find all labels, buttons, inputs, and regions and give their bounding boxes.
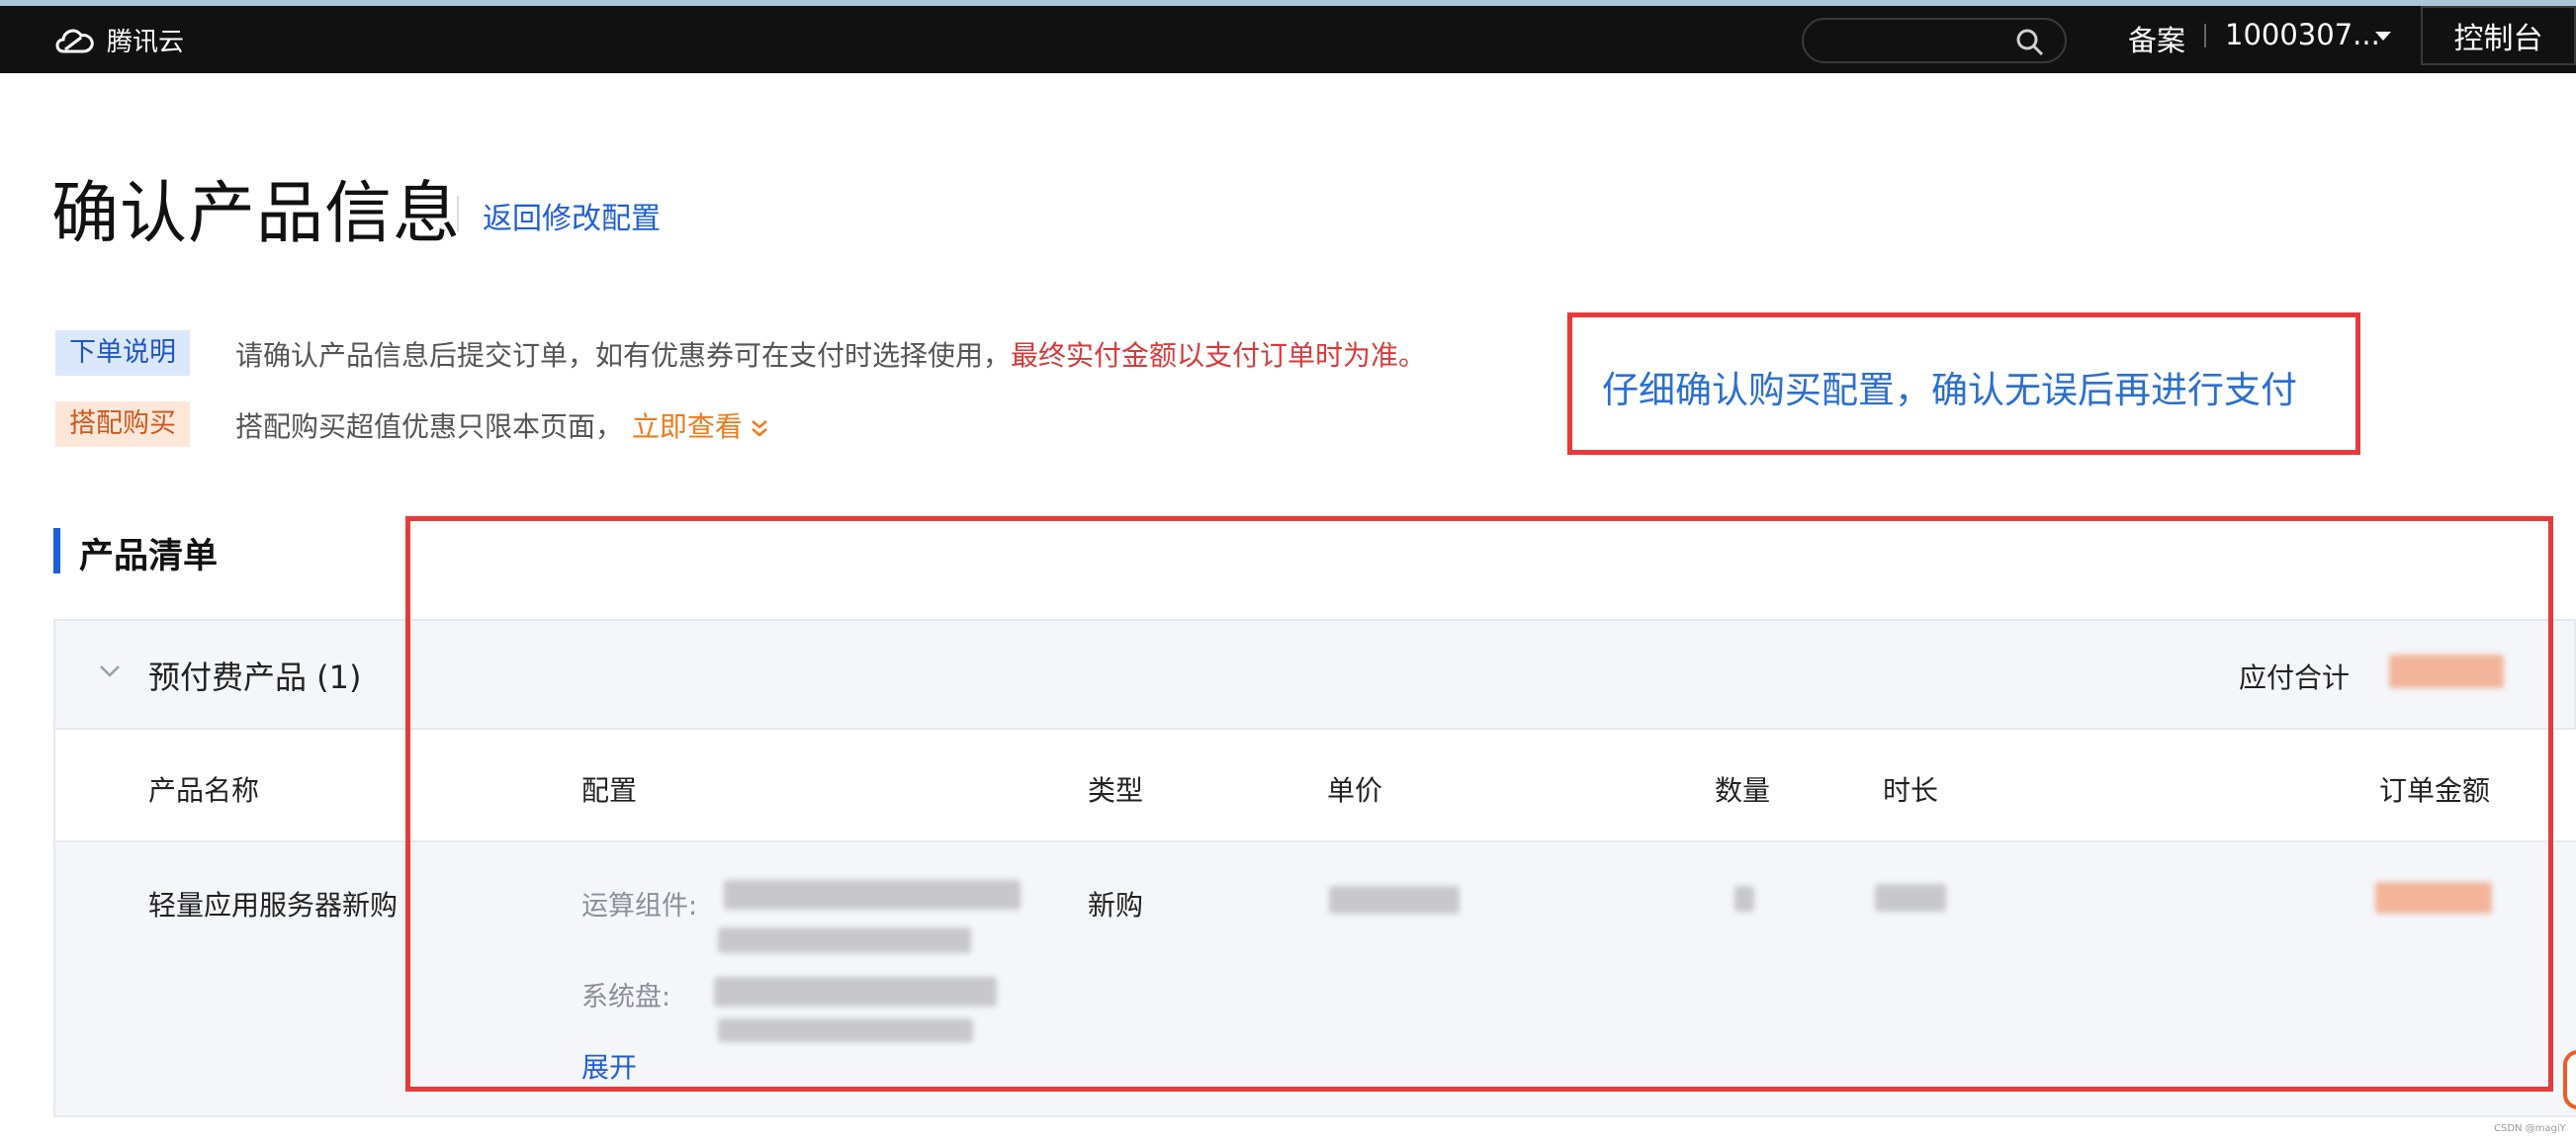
back-to-config-link[interactable]: 返回修改配置 [483,194,661,237]
floating-widget[interactable] [2563,1050,2576,1109]
bundle-notice-text: 搭配购买超值优惠只限本页面， [235,410,624,443]
brand-name: 腾讯云 [107,27,185,57]
beian-link[interactable]: 备案 [2128,18,2185,59]
order-notice: 请确认产品信息后提交订单，如有优惠券可在支付时选择使用，最终实付金额以支付订单时… [235,334,1426,374]
view-bundle-label: 立即查看 [631,410,743,443]
double-chevron-down-icon [752,420,767,437]
search-icon[interactable] [2015,28,2045,57]
column-header-product-name: 产品名称 [148,774,260,807]
chevron-down-icon[interactable] [99,664,121,678]
header-divider [2204,24,2206,47]
title-divider [457,196,459,231]
console-button[interactable]: 控制台 [2421,6,2576,65]
product-group-title: 预付费产品 (1) [148,659,362,696]
chevron-down-icon[interactable] [2375,32,2391,41]
order-notice-text: 请确认产品信息后提交订单，如有优惠券可在支付时选择使用， [235,339,1012,372]
order-notice-tag: 下单说明 [55,330,190,376]
account-menu[interactable]: 1000307... [2225,18,2380,51]
product-name: 轻量应用服务器新购 [148,889,399,922]
brand-logo[interactable]: 腾讯云 [51,20,184,59]
watermark: CSDN @magiY [2494,1123,2566,1134]
top-navigation-bar: 腾讯云 [0,6,2576,73]
section-accent-bar [53,528,60,573]
search-input[interactable] [1802,18,2067,63]
bundle-notice: 搭配购买超值优惠只限本页面， 立即查看 [235,405,770,445]
cloud-logo-icon [55,29,94,53]
order-notice-warning: 最终实付金额以支付订单时为准。 [1011,339,1427,372]
section-title: 产品清单 [79,537,219,576]
annotation-hint: 仔细确认购买配置，确认无误后再进行支付 [1602,369,2297,411]
view-bundle-link[interactable]: 立即查看 [632,410,770,443]
page-title: 确认产品信息 [51,175,462,253]
bundle-notice-tag: 搭配购买 [55,401,190,447]
annotation-box-product-list [405,516,2553,1092]
